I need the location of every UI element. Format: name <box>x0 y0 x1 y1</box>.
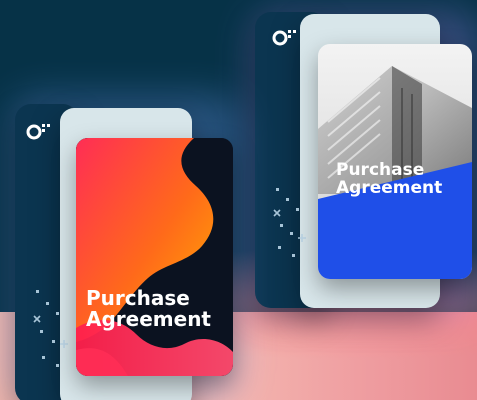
document-cover-right[interactable]: Purchase Agreement <box>318 44 472 279</box>
scene: Purchase Agreement Purchase Agreement <box>0 0 477 400</box>
document-title-right: Purchase Agreement <box>336 160 443 198</box>
sparkle-dots-icon <box>273 188 306 257</box>
document-title-left: Purchase Agreement <box>86 286 211 331</box>
document-cover-left[interactable]: Purchase Agreement <box>76 138 233 376</box>
logo-mark-icon <box>26 124 50 140</box>
logo-mark-icon <box>272 30 296 46</box>
cover-art-left <box>76 138 233 376</box>
sparkle-dots-icon <box>33 290 68 367</box>
